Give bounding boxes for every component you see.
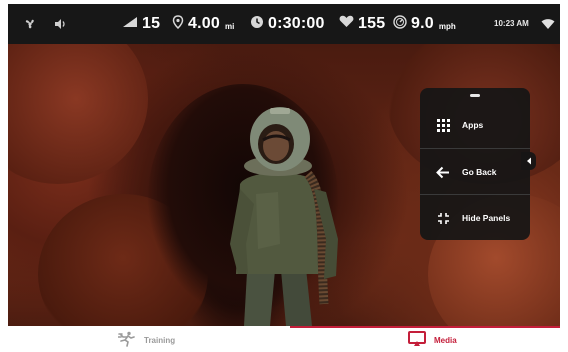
heart-rate-stat: 155 xyxy=(339,4,385,44)
go-back-button[interactable]: Go Back xyxy=(420,149,530,195)
bottom-nav: Training Media xyxy=(0,326,568,352)
heart-icon xyxy=(339,15,354,33)
status-bar: 15 4.00 mi 0:30:00 155 9.0 mph 10:23 AM xyxy=(8,4,560,44)
elapsed-time-stat: 0:30:00 xyxy=(250,4,325,44)
speedometer-icon xyxy=(393,14,407,34)
speed-stat: 9.0 mph xyxy=(393,4,456,44)
heart-rate-value: 155 xyxy=(358,15,386,32)
hide-panels-button[interactable]: Hide Panels xyxy=(420,195,530,241)
speaker-icon[interactable] xyxy=(50,14,70,34)
hide-panels-label: Hide Panels xyxy=(462,213,511,223)
location-pin-icon xyxy=(172,14,184,34)
training-label: Training xyxy=(144,335,176,345)
collapse-icon xyxy=(433,208,453,228)
distance-unit: mi xyxy=(224,22,235,31)
clock-time: 10:23 AM xyxy=(494,19,529,28)
distance-stat: 4.00 mi xyxy=(172,4,234,44)
speed-unit: mph xyxy=(438,22,456,31)
active-tab-indicator xyxy=(290,326,560,328)
treadmill-screen: 15 4.00 mi 0:30:00 155 9.0 mph 10:23 AM xyxy=(0,0,568,352)
incline-value: 15 xyxy=(142,15,161,32)
fan-icon[interactable] xyxy=(20,14,40,34)
tab-training[interactable]: Training xyxy=(117,329,176,351)
panel-toggle-tab[interactable] xyxy=(521,152,536,170)
incline-stat: 15 xyxy=(122,4,160,44)
distance-value: 4.00 xyxy=(188,15,220,32)
media-video[interactable]: Apps Go Back Hide Panels xyxy=(8,44,560,326)
panel-grab-handle[interactable] xyxy=(470,94,480,97)
incline-icon xyxy=(122,15,138,33)
runner-icon xyxy=(117,331,136,349)
clock-icon xyxy=(250,15,264,34)
apps-button[interactable]: Apps xyxy=(420,102,530,148)
arrow-left-icon xyxy=(433,162,453,182)
tab-media[interactable]: Media xyxy=(408,329,457,351)
chevron-left-icon xyxy=(526,152,532,170)
cast-screen-icon xyxy=(408,331,426,349)
media-label: Media xyxy=(434,335,457,345)
grid-icon xyxy=(433,115,453,135)
side-panel: Apps Go Back Hide Panels xyxy=(420,88,530,240)
elapsed-time-value: 0:30:00 xyxy=(268,15,325,32)
speed-value: 9.0 xyxy=(411,15,434,32)
apps-label: Apps xyxy=(462,120,484,130)
go-back-label: Go Back xyxy=(462,167,497,177)
wifi-icon[interactable] xyxy=(538,14,558,34)
